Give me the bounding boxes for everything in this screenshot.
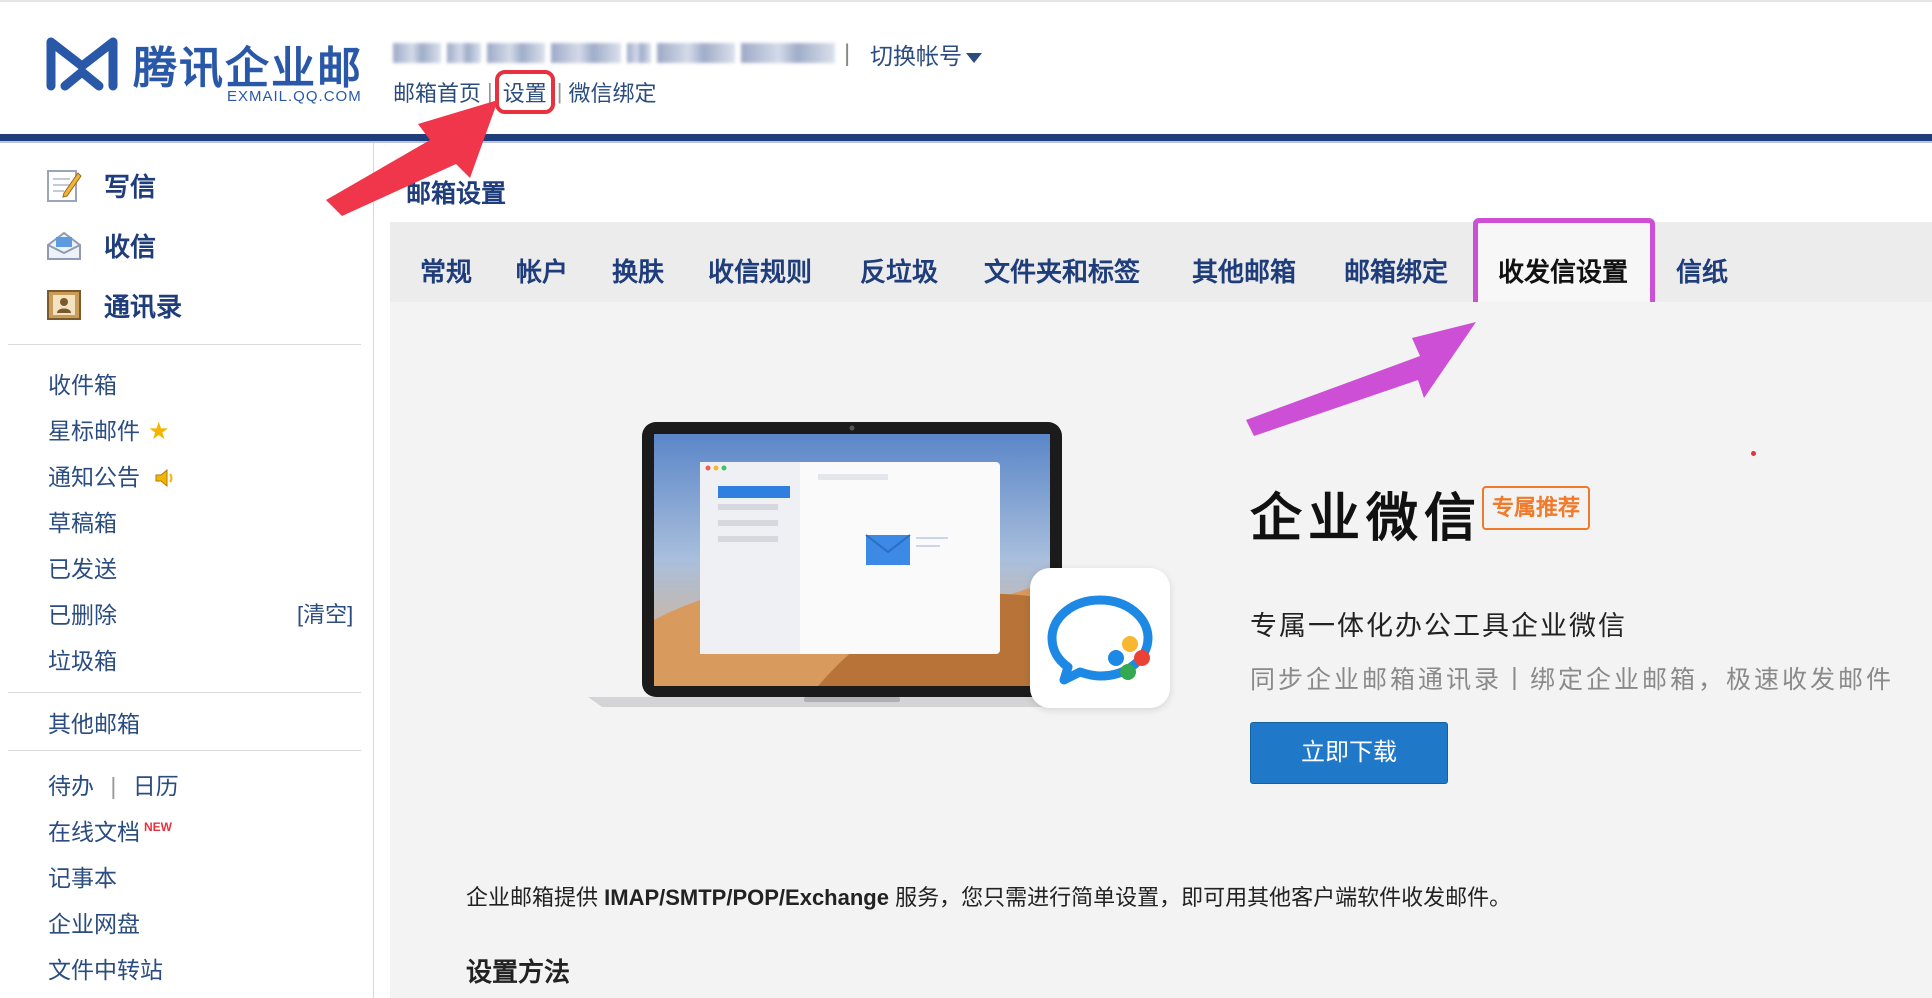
- promo-description: 专属一体化办公工具企业微信: [1250, 611, 1627, 641]
- online-docs-label: 在线文档: [48, 819, 140, 845]
- account-separator: |: [844, 40, 851, 67]
- star-icon: ★: [148, 418, 170, 445]
- header-divider-bar: [0, 134, 1932, 141]
- other-mailboxes-link[interactable]: 其他邮箱: [48, 705, 140, 739]
- caret-down-icon: [966, 52, 982, 63]
- sidebar-compose[interactable]: 写信: [46, 163, 156, 207]
- setup-method-heading: 设置方法: [466, 957, 571, 987]
- wecom-logo-icon: [1047, 595, 1153, 685]
- folder-junk[interactable]: 垃圾箱: [48, 642, 117, 676]
- download-button[interactable]: 立即下载: [1250, 722, 1448, 784]
- brand-domain: EXMAIL.QQ.COM: [227, 88, 362, 105]
- tab-folders-labels[interactable]: 文件夹和标签: [984, 252, 1140, 289]
- inbox-tray-icon: [46, 227, 82, 263]
- sidebar-compose-label: 写信: [104, 171, 157, 202]
- folder-deleted[interactable]: 已删除: [48, 596, 117, 630]
- notes-link[interactable]: 记事本: [48, 859, 117, 893]
- switch-account-button[interactable]: 切换帐号: [870, 37, 982, 71]
- tab-mailbox-binding[interactable]: 邮箱绑定: [1344, 252, 1448, 289]
- account-name-redacted: [393, 40, 841, 66]
- sidebar: 写信 收信 通讯录 收件箱 星标邮件 ★ 通知公告 草稿箱 已发送 已删除 [清空…: [0, 143, 374, 998]
- tab-account[interactable]: 帐户: [516, 252, 568, 289]
- header: 腾讯企业邮 EXMAIL.QQ.COM | 切换帐号 邮箱首页 | 设置 | 微…: [0, 0, 1932, 134]
- folder-starred-label: 星标邮件: [48, 418, 140, 444]
- sidebar-contacts[interactable]: 通讯录: [46, 283, 182, 327]
- folder-drafts[interactable]: 草稿箱: [48, 504, 117, 538]
- protocol-list: IMAP/SMTP/POP/Exchange: [604, 885, 889, 910]
- tab-other-mailboxes[interactable]: 其他邮箱: [1192, 252, 1296, 289]
- empty-trash-link[interactable]: [清空]: [297, 597, 353, 629]
- service-intro: 企业邮箱提供 IMAP/SMTP/POP/Exchange 服务，您只需进行简单…: [466, 885, 1512, 910]
- highlight-box-tab: [1473, 218, 1655, 314]
- mailbox-home-link[interactable]: 邮箱首页: [393, 76, 481, 108]
- new-badge: NEW: [144, 820, 172, 835]
- folder-notices[interactable]: 通知公告: [48, 458, 176, 492]
- todo-link[interactable]: 待办: [48, 773, 94, 799]
- folder-inbox[interactable]: 收件箱: [48, 366, 117, 400]
- tab-stationery[interactable]: 信纸: [1676, 252, 1728, 289]
- folder-starred[interactable]: 星标邮件 ★: [48, 412, 170, 446]
- wecom-app-tile: [1030, 568, 1170, 708]
- calendar-link[interactable]: 日历: [133, 773, 179, 799]
- tab-general[interactable]: 常规: [420, 252, 472, 289]
- contacts-icon: [46, 287, 82, 323]
- brand-logo[interactable]: 腾讯企业邮 EXMAIL.QQ.COM: [45, 32, 365, 112]
- wechat-bind-link[interactable]: 微信绑定: [568, 76, 656, 108]
- switch-account-label: 切换帐号: [870, 43, 962, 69]
- promo-title: 企业微信: [1250, 489, 1483, 549]
- promo-subtitle: 同步企业邮箱通讯录丨绑定企业邮箱，极速收发邮件: [1250, 666, 1895, 694]
- sidebar-inbox-check[interactable]: 收信: [46, 223, 156, 267]
- promo-badge: 专属推荐: [1482, 486, 1591, 530]
- file-transfer-link[interactable]: 文件中转站: [48, 951, 163, 985]
- tab-receive-rules[interactable]: 收信规则: [708, 252, 812, 289]
- top-links: 邮箱首页 | 设置 | 微信绑定: [393, 70, 656, 114]
- compose-icon: [46, 167, 82, 203]
- sidebar-contacts-label: 通讯录: [104, 291, 183, 322]
- page-title: 邮箱设置: [406, 180, 507, 208]
- enterprise-disk-link[interactable]: 企业网盘: [48, 905, 140, 939]
- tab-skin[interactable]: 换肤: [612, 252, 664, 289]
- brand-name: 腾讯企业邮: [133, 43, 363, 94]
- speaker-icon: [155, 468, 173, 488]
- online-docs-link[interactable]: 在线文档 NEW: [48, 813, 172, 847]
- folder-notices-label: 通知公告: [48, 464, 140, 490]
- tab-anti-spam[interactable]: 反垃圾: [860, 252, 938, 289]
- tools-row: 待办 | 日历: [48, 773, 179, 799]
- settings-link[interactable]: 设置: [494, 70, 555, 114]
- folder-sent[interactable]: 已发送: [48, 550, 117, 584]
- exmail-logo-icon: [46, 37, 118, 91]
- sidebar-inbox-label: 收信: [104, 231, 157, 262]
